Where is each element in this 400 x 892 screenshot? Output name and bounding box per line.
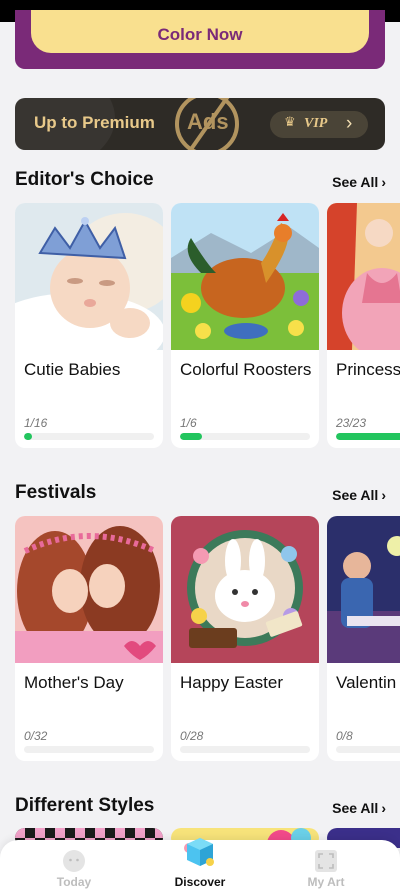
card-princess[interactable]: Princess 23/23 [327,203,400,448]
chevron-right-icon: › [381,800,386,816]
card-title: Cutie Babies [24,360,121,379]
no-ads-icon: Ads [175,98,239,150]
card-cutie-babies[interactable]: Cutie Babies 1/16 [15,203,163,448]
progress-text: 0/28 [180,729,204,743]
progress-track [180,746,310,753]
progress-track [336,433,400,440]
bottom-nav: Today Discover My Art [0,838,400,892]
discover-cube-icon [184,838,214,866]
chevron-right-icon: › [381,487,386,503]
card-mothers-day[interactable]: Mother's Day 0/32 [15,516,163,761]
card-happy-easter[interactable]: Happy Easter 0/28 [171,516,319,761]
card-title: Princess [336,360,400,379]
thumbnail-baby [15,203,163,350]
card-valentine[interactable]: Valentin 0/8 [327,516,400,761]
progress-fill [336,433,400,440]
thumbnail-easter [171,516,319,663]
see-all-label: See All [332,800,379,816]
progress-track [24,746,154,753]
progress-text: 1/16 [24,416,48,430]
crown-icon: ♛ [284,114,296,129]
nav-label: My Art [307,875,345,889]
see-all-label: See All [332,174,379,190]
see-all-label: See All [332,487,379,503]
nav-label: Today [56,875,92,889]
nav-my-art[interactable]: My Art [271,840,381,892]
progress-text: 0/8 [336,729,353,743]
card-colorful-roosters[interactable]: Colorful Roosters 1/6 [171,203,319,448]
progress-track [180,433,310,440]
frame-icon [315,850,337,872]
vip-button[interactable]: ♛ VIP › [270,111,368,138]
premium-title: Up to Premium [34,113,155,132]
discover-screen: Color Now Up to Premium Ads ♛ VIP › Edit… [0,0,400,892]
nav-label: Discover [174,875,226,889]
smiley-icon [63,850,85,872]
progress-fill [24,433,33,440]
progress-fill [180,433,202,440]
section-title-editors-choice: Editor's Choice [15,169,154,190]
progress-text: 23/23 [336,416,367,430]
see-all-festivals[interactable]: See All › [332,487,386,503]
see-all-editors-choice[interactable]: See All › [332,174,386,190]
color-now-button[interactable]: Color Now [31,10,369,53]
thumbnail-valentine [327,516,400,663]
card-title: Happy Easter [180,673,283,692]
vip-label: VIP [304,116,328,131]
promo-banner: Color Now [15,10,385,69]
nav-today[interactable]: Today [19,840,129,892]
see-all-different-styles[interactable]: See All › [332,800,386,816]
thumbnail-mothers-day [15,516,163,663]
card-title: Colorful Roosters [180,360,312,379]
progress-text: 1/6 [180,416,197,430]
thumbnail-princess [327,203,400,350]
section-title-festivals: Festivals [15,482,97,503]
chevron-right-icon: › [346,113,353,134]
card-title: Mother's Day [24,673,124,692]
progress-track [336,746,400,753]
chevron-right-icon: › [381,174,386,190]
premium-banner[interactable]: Up to Premium Ads ♛ VIP › [15,98,385,150]
nav-discover[interactable]: Discover [145,838,255,892]
card-title: Valentin [336,673,397,692]
progress-text: 0/32 [24,729,48,743]
thumbnail-rooster [171,203,319,350]
progress-track [24,433,154,440]
section-title-different-styles: Different Styles [15,795,155,816]
